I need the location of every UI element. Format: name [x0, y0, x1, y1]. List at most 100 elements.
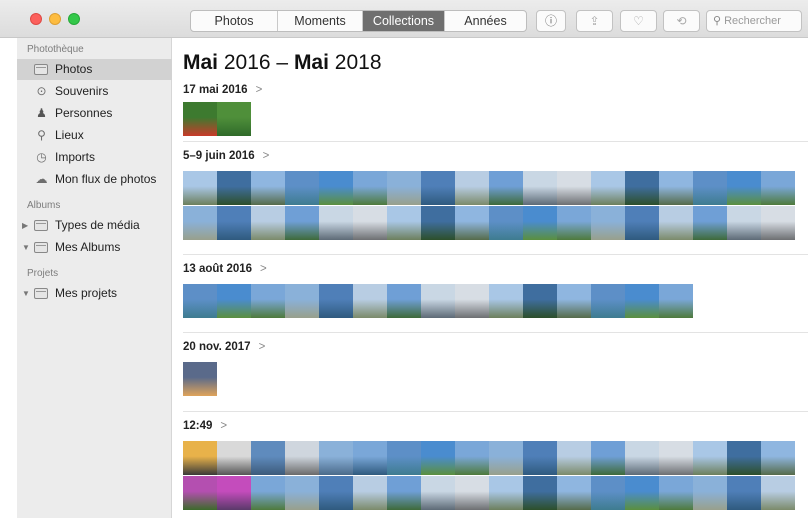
- photo-thumbnail[interactable]: [251, 476, 285, 510]
- photo-thumbnail[interactable]: [557, 206, 591, 240]
- moment-title[interactable]: 12:49 >: [183, 420, 227, 432]
- photo-thumbnail[interactable]: [251, 206, 285, 240]
- sidebar-item-souvenirs[interactable]: ⊙ Souvenirs: [17, 81, 172, 102]
- photo-thumbnail[interactable]: [659, 284, 693, 318]
- photo-thumbnail[interactable]: [523, 206, 557, 240]
- photo-thumbnail[interactable]: [693, 171, 727, 205]
- photo-thumbnail[interactable]: [387, 284, 421, 318]
- photo-thumbnail[interactable]: [285, 476, 319, 510]
- info-button[interactable]: ⓘ: [536, 10, 566, 32]
- photo-thumbnail[interactable]: [625, 476, 659, 510]
- photo-thumbnail[interactable]: [557, 441, 591, 475]
- photo-thumbnail[interactable]: [183, 362, 217, 396]
- sidebar-item-flux[interactable]: ☁ Mon flux de photos: [17, 169, 172, 190]
- photo-thumbnail[interactable]: [251, 171, 285, 205]
- photo-thumbnail[interactable]: [523, 441, 557, 475]
- photo-thumbnail[interactable]: [523, 476, 557, 510]
- photo-thumbnail[interactable]: [183, 476, 217, 510]
- sidebar-item-types-de-media[interactable]: ▶ Types de média: [17, 215, 172, 236]
- photo-thumbnail[interactable]: [353, 206, 387, 240]
- photo-thumbnail[interactable]: [353, 476, 387, 510]
- photo-thumbnail[interactable]: [353, 441, 387, 475]
- photo-thumbnail[interactable]: [455, 206, 489, 240]
- minimize-window-button[interactable]: [49, 13, 61, 25]
- photo-thumbnail[interactable]: [693, 441, 727, 475]
- photo-thumbnail[interactable]: [625, 284, 659, 318]
- photo-thumbnail[interactable]: [285, 284, 319, 318]
- sidebar-item-mes-albums[interactable]: ▼ Mes Albums: [17, 237, 172, 258]
- photo-thumbnail[interactable]: [591, 171, 625, 205]
- photo-thumbnail[interactable]: [319, 206, 353, 240]
- photo-thumbnail[interactable]: [285, 206, 319, 240]
- photo-thumbnail[interactable]: [557, 284, 591, 318]
- photo-thumbnail[interactable]: [761, 476, 795, 510]
- moment-title[interactable]: 5–9 juin 2016 >: [183, 150, 269, 162]
- photo-thumbnail[interactable]: [251, 284, 285, 318]
- photo-thumbnail[interactable]: [421, 284, 455, 318]
- photo-thumbnail[interactable]: [727, 476, 761, 510]
- photo-thumbnail[interactable]: [659, 441, 693, 475]
- photo-thumbnail[interactable]: [183, 284, 217, 318]
- photo-thumbnail[interactable]: [489, 441, 523, 475]
- photo-thumbnail[interactable]: [489, 171, 523, 205]
- photo-thumbnail[interactable]: [489, 284, 523, 318]
- photo-thumbnail[interactable]: [319, 171, 353, 205]
- photo-thumbnail[interactable]: [217, 476, 251, 510]
- photo-thumbnail[interactable]: [319, 441, 353, 475]
- photo-thumbnail[interactable]: [727, 441, 761, 475]
- tab-moments[interactable]: Moments: [278, 11, 363, 31]
- sidebar-item-mes-projets[interactable]: ▼ Mes projets: [17, 283, 172, 304]
- maximize-window-button[interactable]: [68, 13, 80, 25]
- disclosure-down-icon[interactable]: ▼: [22, 237, 30, 258]
- photo-thumbnail[interactable]: [421, 206, 455, 240]
- photo-thumbnail[interactable]: [455, 441, 489, 475]
- photo-thumbnail[interactable]: [421, 441, 455, 475]
- photo-thumbnail[interactable]: [217, 284, 251, 318]
- photo-thumbnail[interactable]: [455, 171, 489, 205]
- favorite-button[interactable]: ♡: [620, 10, 657, 32]
- photo-thumbnail[interactable]: [387, 441, 421, 475]
- photo-thumbnail[interactable]: [183, 441, 217, 475]
- photo-thumbnail[interactable]: [183, 206, 217, 240]
- photo-thumbnail[interactable]: [761, 441, 795, 475]
- photo-thumbnail[interactable]: [217, 102, 251, 136]
- photo-thumbnail[interactable]: [217, 171, 251, 205]
- close-window-button[interactable]: [30, 13, 42, 25]
- photo-thumbnail[interactable]: [489, 206, 523, 240]
- photo-thumbnail[interactable]: [285, 441, 319, 475]
- disclosure-down-icon[interactable]: ▼: [22, 283, 30, 304]
- photo-thumbnail[interactable]: [591, 284, 625, 318]
- photo-thumbnail[interactable]: [693, 476, 727, 510]
- photo-thumbnail[interactable]: [183, 102, 217, 136]
- photo-thumbnail[interactable]: [591, 441, 625, 475]
- photo-thumbnail[interactable]: [659, 476, 693, 510]
- photo-thumbnail[interactable]: [387, 206, 421, 240]
- photo-thumbnail[interactable]: [251, 441, 285, 475]
- photo-thumbnail[interactable]: [421, 171, 455, 205]
- photo-thumbnail[interactable]: [489, 476, 523, 510]
- photo-thumbnail[interactable]: [523, 171, 557, 205]
- sidebar-item-lieux[interactable]: ⚲ Lieux: [17, 125, 172, 146]
- photo-thumbnail[interactable]: [455, 476, 489, 510]
- sidebar-item-personnes[interactable]: ♟ Personnes: [17, 103, 172, 124]
- photo-thumbnail[interactable]: [421, 476, 455, 510]
- photo-thumbnail[interactable]: [727, 206, 761, 240]
- photo-thumbnail[interactable]: [761, 206, 795, 240]
- photo-thumbnail[interactable]: [455, 284, 489, 318]
- tab-photos[interactable]: Photos: [191, 11, 278, 31]
- photo-thumbnail[interactable]: [557, 476, 591, 510]
- photo-thumbnail[interactable]: [183, 171, 217, 205]
- tab-collections[interactable]: Collections: [363, 11, 445, 31]
- photo-thumbnail[interactable]: [727, 171, 761, 205]
- photo-thumbnail[interactable]: [591, 206, 625, 240]
- photo-thumbnail[interactable]: [693, 206, 727, 240]
- photo-thumbnail[interactable]: [217, 206, 251, 240]
- photo-thumbnail[interactable]: [557, 171, 591, 205]
- photo-thumbnail[interactable]: [625, 206, 659, 240]
- sidebar-item-imports[interactable]: ◷ Imports: [17, 147, 172, 168]
- rotate-button[interactable]: ⟲: [663, 10, 700, 32]
- photo-thumbnail[interactable]: [659, 206, 693, 240]
- moment-title[interactable]: 13 août 2016 >: [183, 263, 267, 275]
- photo-thumbnail[interactable]: [625, 441, 659, 475]
- share-button[interactable]: ⇪: [576, 10, 613, 32]
